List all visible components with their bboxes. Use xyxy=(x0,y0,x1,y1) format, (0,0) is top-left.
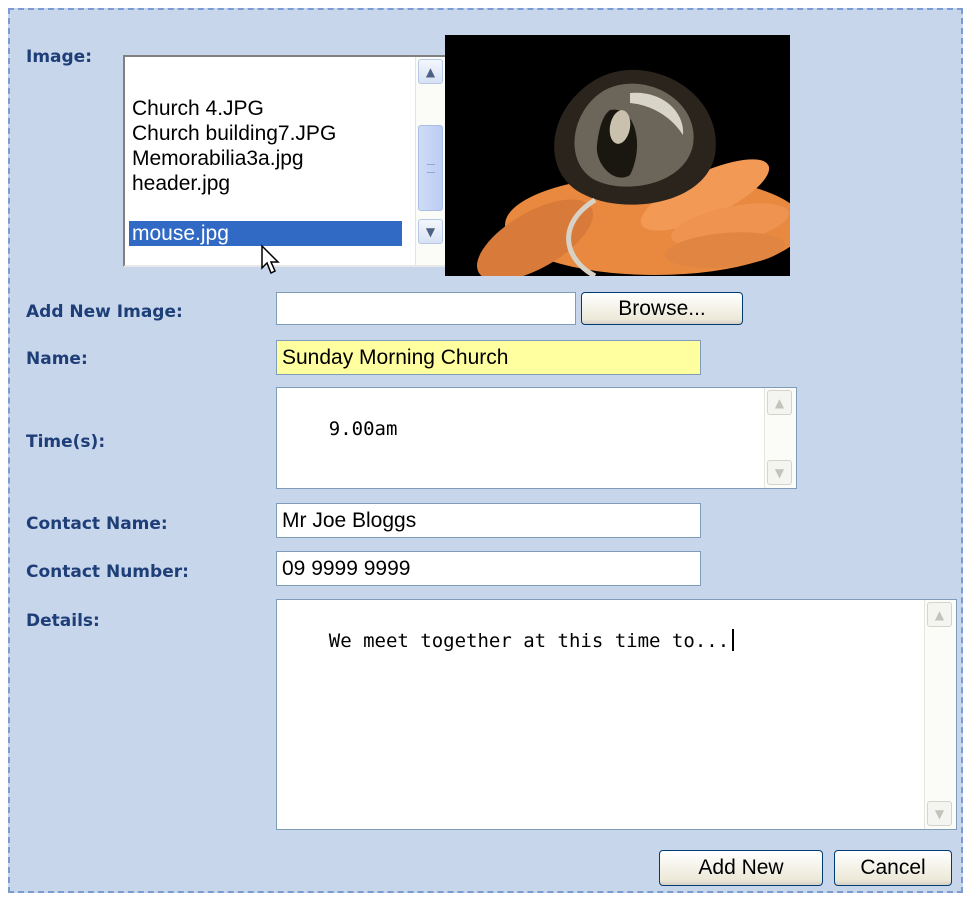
details-label: Details: xyxy=(26,611,100,631)
name-label: Name: xyxy=(26,349,88,369)
image-option[interactable]: header.jpg xyxy=(129,171,230,196)
contact-name-label: Contact Name: xyxy=(26,514,168,534)
browse-button[interactable]: Browse... xyxy=(581,292,743,325)
contact-name-input[interactable]: Mr Joe Bloggs xyxy=(276,503,701,538)
scroll-up-icon[interactable]: ▲ xyxy=(418,59,443,84)
contact-number-label: Contact Number: xyxy=(26,562,189,582)
image-option[interactable]: Memorabilia3a.jpg xyxy=(129,146,304,171)
scroll-up-icon[interactable]: ▲ xyxy=(767,390,792,415)
image-option[interactable]: Church building7.JPG xyxy=(129,121,336,146)
details-value: We meet together at this time to... xyxy=(328,630,730,652)
details-textarea[interactable]: We meet together at this time to... xyxy=(276,599,957,830)
add-new-button[interactable]: Add New xyxy=(659,850,823,886)
image-label: Image: xyxy=(26,47,93,67)
scroll-down-icon[interactable]: ▼ xyxy=(418,219,443,244)
image-preview xyxy=(445,35,790,276)
add-new-image-label: Add New Image: xyxy=(26,302,183,322)
times-scrollbar[interactable]: ▲ ▼ xyxy=(764,388,796,488)
details-scrollbar[interactable]: ▲ ▼ xyxy=(924,600,956,829)
text-caret xyxy=(732,629,735,651)
cancel-button[interactable]: Cancel xyxy=(834,850,952,886)
name-input[interactable]: Sunday Morning Church xyxy=(276,340,701,375)
times-value: 9.00am xyxy=(328,418,398,440)
add-event-form: Image: Church 4.JPG Church building7.JPG… xyxy=(8,8,963,893)
scroll-down-icon[interactable]: ▼ xyxy=(767,460,792,485)
mouse-cursor-icon xyxy=(261,244,280,275)
image-listbox[interactable]: Church 4.JPG Church building7.JPG Memora… xyxy=(123,55,450,267)
times-label: Time(s): xyxy=(26,432,106,452)
times-textarea[interactable]: 9.00am xyxy=(276,387,797,489)
image-option-selected[interactable]: mouse.jpg xyxy=(129,221,402,246)
add-new-image-path-input[interactable] xyxy=(276,292,576,325)
listbox-scrollbar[interactable]: ▲ ▼ xyxy=(415,57,448,265)
scroll-up-icon[interactable]: ▲ xyxy=(927,602,952,627)
scroll-thumb[interactable] xyxy=(418,125,443,211)
scroll-down-icon[interactable]: ▼ xyxy=(927,801,952,826)
image-option[interactable]: Church 4.JPG xyxy=(129,96,264,121)
contact-number-input[interactable]: 09 9999 9999 xyxy=(276,551,701,586)
